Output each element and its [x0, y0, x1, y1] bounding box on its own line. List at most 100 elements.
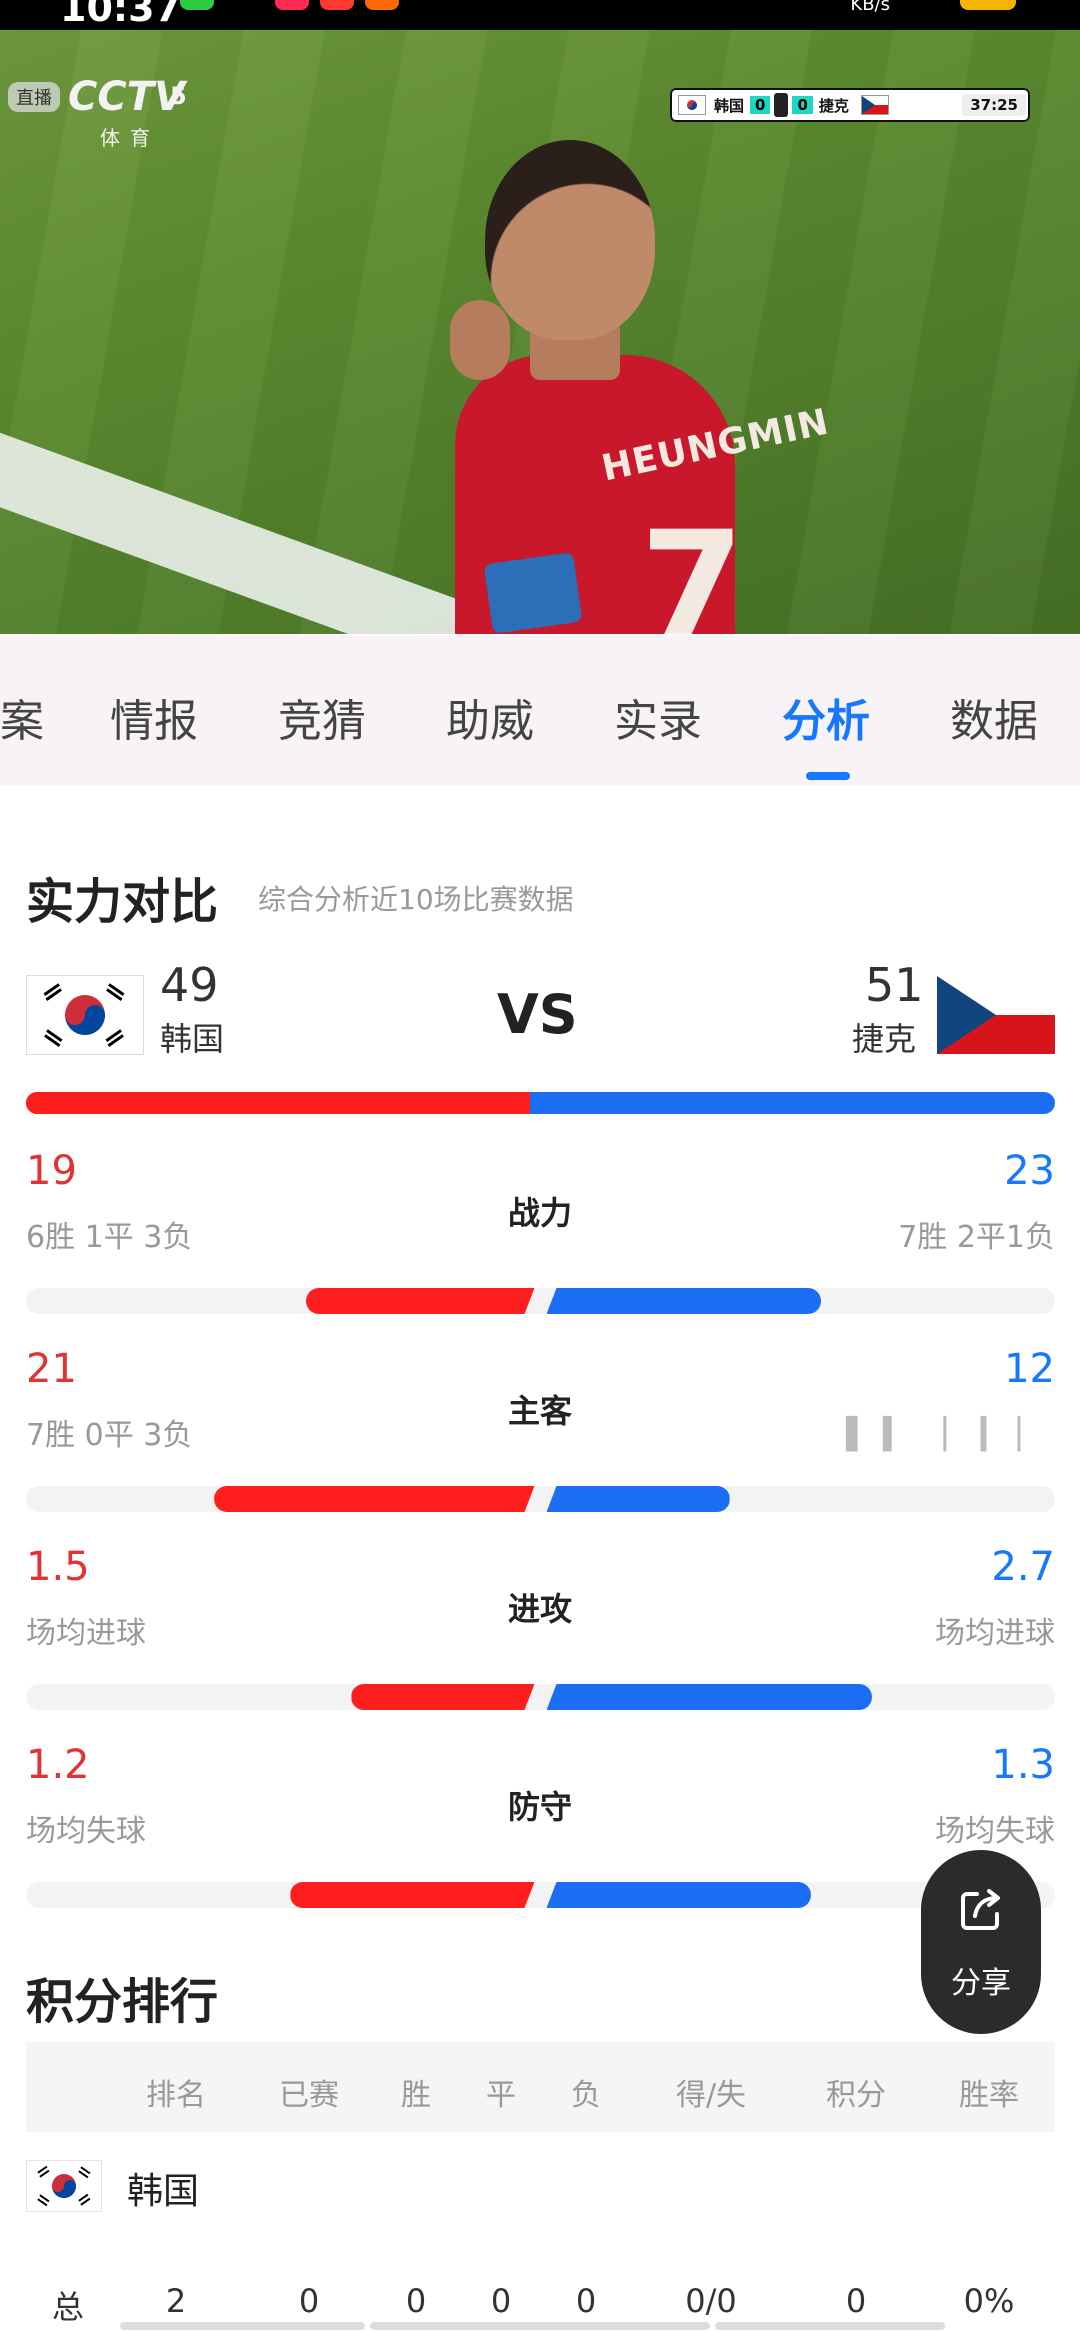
scroll-indicator — [120, 2322, 365, 2330]
score-overlay: 韩国 0 0 捷克 37:25 — [670, 88, 1030, 122]
away-team-name: 捷克 — [852, 1020, 917, 1058]
vs-label: VS — [497, 983, 578, 1046]
stat-left-value: 19 — [26, 1148, 77, 1194]
stat-right-sub: 场均失球 — [935, 1814, 1055, 1849]
match-clock: 37:25 — [962, 94, 1026, 116]
stat-bar-away — [546, 1882, 811, 1908]
stat-name: 防守 — [507, 1788, 572, 1826]
stat-left-value: 1.2 — [26, 1742, 90, 1788]
share-label: 分享 — [951, 1966, 1011, 2001]
tab-live-record[interactable]: 实录 — [614, 685, 702, 749]
col-header: 排名 — [146, 2078, 206, 2113]
czech-flag-icon — [937, 976, 1055, 1054]
stat-name: 进攻 — [507, 1590, 572, 1628]
table-cell: 0 — [575, 2282, 597, 2320]
stat-bar-track — [26, 1486, 1055, 1512]
notification-icon — [275, 0, 309, 10]
stat-right-value: 23 — [1004, 1148, 1055, 1194]
player-hand — [450, 300, 510, 380]
table-cell: 总 — [51, 2288, 85, 2326]
tab-guess[interactable]: 竞猜 — [278, 685, 366, 749]
standings-title: 积分排行 — [26, 1974, 219, 2030]
notification-icon — [365, 0, 399, 10]
col-header: 胜 — [401, 2078, 431, 2113]
stat-right-value: 2.7 — [991, 1544, 1055, 1590]
live-badge: 直播 — [8, 82, 60, 112]
home-team-name: 韩国 — [160, 1020, 225, 1058]
share-icon — [961, 1889, 1000, 1930]
overall-strength-bar — [26, 1092, 1055, 1114]
stat-left-value: 1.5 — [26, 1544, 90, 1590]
active-tab-indicator — [806, 772, 850, 780]
home-strength-score: 49 — [160, 958, 219, 1012]
home-score: 0 — [750, 96, 771, 114]
jersey-number: 7 — [640, 500, 745, 634]
strength-title: 实力对比 — [26, 874, 219, 930]
stat-bar-home — [290, 1882, 534, 1908]
stat-bar-track — [26, 1288, 1055, 1314]
col-header: 已赛 — [279, 2078, 339, 2113]
tab-analysis[interactable]: 分析 — [782, 685, 870, 749]
table-cell: 0/0 — [685, 2282, 737, 2320]
video-player[interactable]: HEUNGMIN 7 直播 CCTV 5 体育 韩国 0 0 捷克 37:25 — [0, 30, 1080, 634]
status-bar: 10:37 KB/s — [0, 0, 1080, 30]
standings-header: 排名 已赛 胜 平 负 得/失 积分 胜率 — [26, 2042, 1055, 2132]
stat-left-sub: 7胜 0平 3负 — [26, 1418, 193, 1453]
channel-sub: 体育 — [100, 126, 160, 150]
stat-bar-home — [214, 1486, 534, 1512]
tab-intel[interactable]: 情报 — [110, 685, 198, 749]
away-team-short: 捷克 — [818, 96, 849, 115]
stat-bar-track — [26, 1684, 1055, 1710]
stat-left-value: 21 — [26, 1346, 77, 1392]
czech-flag-icon — [860, 95, 889, 115]
stat-right-sub: 场均进球 — [935, 1616, 1055, 1651]
trophy-icon — [774, 93, 789, 117]
share-button[interactable]: 分享 — [921, 1850, 1041, 2034]
korea-flag-icon — [678, 95, 706, 115]
stat-bar-away — [546, 1288, 822, 1314]
korea-flag-icon — [26, 2160, 102, 2212]
col-header: 平 — [486, 2078, 516, 2113]
tab-data[interactable]: 数据 — [950, 685, 1038, 749]
stat-bar-home — [351, 1684, 534, 1710]
home-strength-fill — [26, 1092, 531, 1114]
table-cell: 2 — [165, 2282, 187, 2320]
home-team-short: 韩国 — [714, 96, 745, 115]
table-cell: 0 — [298, 2282, 320, 2320]
network-speed: KB/s — [850, 0, 890, 15]
stat-bar-track — [26, 1882, 1055, 1908]
stat-left-sub: 6胜 1平 3负 — [26, 1220, 193, 1255]
stat-bar-away — [546, 1486, 730, 1512]
col-header: 负 — [571, 2078, 601, 2113]
stat-bar-home — [306, 1288, 535, 1314]
stat-left-sub: 场均进球 — [26, 1616, 146, 1651]
channel-number: 5 — [170, 82, 187, 110]
battery-icon — [960, 0, 1016, 10]
notification-icon — [320, 0, 354, 10]
stat-name: 主客 — [507, 1392, 572, 1430]
player-head — [485, 140, 655, 340]
korea-flag-icon — [26, 975, 144, 1055]
tab-partial[interactable]: 案 — [0, 685, 44, 749]
away-score: 0 — [792, 96, 813, 114]
standings-team-name: 韩国 — [127, 2171, 200, 2212]
scroll-indicator — [715, 2322, 945, 2330]
obscured-text: ▌▍ ▏▎▏ — [846, 1417, 1055, 1452]
status-time: 10:37 — [60, 0, 181, 30]
table-cell: 0 — [845, 2282, 867, 2320]
stat-right-value: 1.3 — [991, 1742, 1055, 1788]
channel-logo: CCTV — [68, 74, 185, 120]
stat-left-sub: 场均失球 — [26, 1814, 146, 1849]
scroll-indicator — [370, 2322, 710, 2330]
stat-bar-away — [546, 1684, 872, 1710]
table-cell: 0 — [490, 2282, 512, 2320]
col-header: 得/失 — [675, 2078, 747, 2113]
tab-cheer[interactable]: 助威 — [446, 685, 534, 749]
strength-subtitle: 综合分析近10场比赛数据 — [258, 883, 574, 916]
captain-armband — [483, 552, 583, 634]
away-strength-score: 51 — [865, 958, 924, 1012]
col-header: 胜率 — [959, 2078, 1019, 2113]
table-cell: 0 — [405, 2282, 427, 2320]
stat-name: 战力 — [507, 1194, 572, 1232]
stat-right-sub: 7胜 2平1负 — [898, 1220, 1055, 1255]
